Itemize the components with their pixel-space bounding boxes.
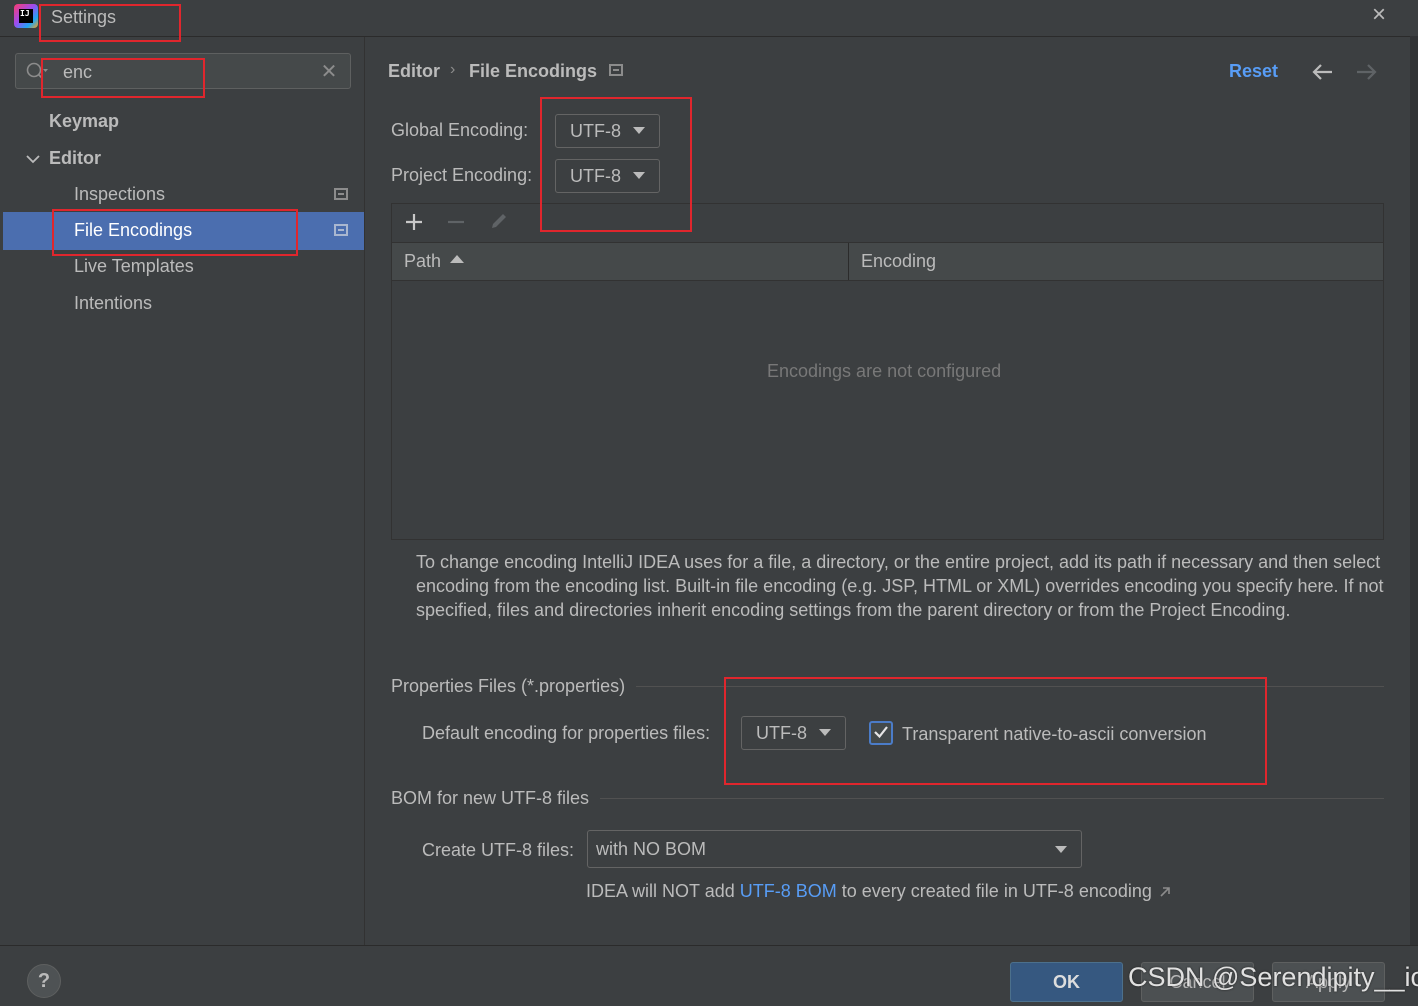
annotation-box <box>39 4 181 42</box>
project-scope-icon <box>334 224 348 236</box>
bom-select-value: with NO BOM <box>596 839 707 859</box>
annotation-box <box>724 677 1267 785</box>
intellij-logo-icon: IJ <box>14 4 38 28</box>
bom-section-title: BOM for new UTF-8 files <box>391 788 598 809</box>
utf8-bom-link[interactable]: UTF-8 BOM <box>740 881 837 901</box>
sidebar-item-keymap[interactable]: Keymap <box>49 111 119 132</box>
close-icon[interactable]: × <box>1368 3 1390 27</box>
remove-icon[interactable] <box>445 211 467 233</box>
annotation-box <box>41 58 205 98</box>
project-encoding-label: Project Encoding: <box>391 165 533 185</box>
properties-section-title: Properties Files (*.properties) <box>391 676 634 697</box>
background-window-edge <box>1410 36 1418 945</box>
annotation-box <box>540 97 692 232</box>
section-divider <box>600 798 1384 799</box>
bom-select[interactable]: with NO BOM <box>587 830 1082 868</box>
help-button[interactable]: ? <box>27 964 61 998</box>
project-scope-icon <box>334 188 348 200</box>
column-header-encoding[interactable]: Encoding <box>861 251 936 272</box>
bom-note: IDEA will NOT add UTF-8 BOM to every cre… <box>586 881 1172 902</box>
forward-arrow-icon[interactable] <box>1353 60 1379 84</box>
reset-button[interactable]: Reset <box>1229 61 1278 82</box>
ok-button[interactable]: OK <box>1010 962 1123 1002</box>
add-icon[interactable] <box>403 211 425 233</box>
breadcrumb-separator: › <box>450 61 456 78</box>
project-scope-icon <box>609 64 623 76</box>
encoding-help-text: To change encoding IntelliJ IDEA uses fo… <box>416 552 1384 620</box>
global-encoding-label: Global Encoding: <box>391 120 529 140</box>
chevron-down-icon[interactable] <box>24 150 42 168</box>
annotation-box <box>52 209 298 256</box>
sort-ascending-icon <box>450 255 464 263</box>
column-header-path[interactable]: Path <box>404 251 441 272</box>
watermark: CSDN @Serendipity__io <box>1128 962 1418 992</box>
bom-note-suffix: to every created file in UTF-8 encoding <box>836 881 1152 901</box>
sidebar-item-live-templates[interactable]: Live Templates <box>74 256 194 277</box>
sidebar-item-inspections[interactable]: Inspections <box>74 184 165 205</box>
breadcrumb-parent[interactable]: Editor <box>388 61 440 82</box>
table-empty-text: Encodings are not configured <box>767 361 1002 381</box>
create-utf8-label: Create UTF-8 files: <box>422 840 575 860</box>
title-bar <box>0 0 1418 37</box>
properties-encoding-label: Default encoding for properties files: <box>422 723 711 743</box>
sidebar-item-intentions[interactable]: Intentions <box>74 293 152 314</box>
column-divider[interactable] <box>848 243 849 280</box>
external-link-icon[interactable] <box>1158 885 1172 899</box>
settings-sidebar <box>0 37 365 945</box>
edit-pencil-icon[interactable] <box>488 210 510 232</box>
clear-search-icon[interactable]: ✕ <box>318 60 340 84</box>
page-title: File Encodings <box>469 61 598 81</box>
dropdown-arrow-icon <box>1055 846 1067 853</box>
bom-note-prefix: IDEA will NOT add <box>586 881 740 901</box>
sidebar-item-editor[interactable]: Editor <box>49 148 101 169</box>
back-arrow-icon[interactable] <box>1310 60 1336 84</box>
